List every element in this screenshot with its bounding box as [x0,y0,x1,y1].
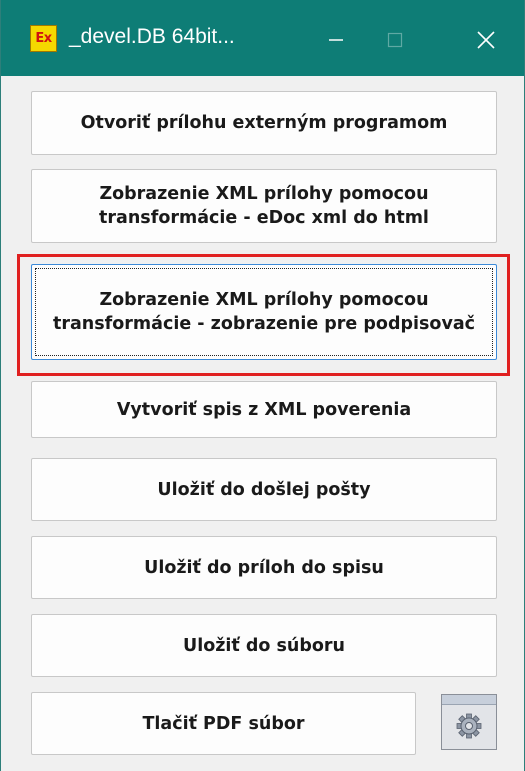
save-to-inbox-button[interactable]: Uložiť do došlej pošty [31,458,497,521]
show-signer-view-button[interactable]: Zobrazenie XML prílohy pomocou transform… [31,264,497,360]
close-icon [477,31,495,49]
show-edoc-html-button[interactable]: Zobrazenie XML prílohy pomocou transform… [31,169,497,243]
app-window: Ex _devel.DB 64bit... Otvoriť prílohu ex… [0,0,525,771]
app-icon: Ex [30,25,57,52]
minimize-button[interactable] [316,20,356,60]
create-file-button[interactable]: Vytvoriť spis z XML poverenia [31,381,497,438]
show-signer-view-label: Zobrazenie XML prílohy pomocou transform… [52,290,476,334]
maximize-icon [387,32,403,48]
window-title: _devel.DB 64bit... [69,25,235,48]
minimize-icon [329,39,343,41]
print-pdf-button[interactable]: Tlačiť PDF súbor [31,692,416,755]
title-bar[interactable]: Ex _devel.DB 64bit... [1,0,524,76]
save-to-file-button[interactable]: Uložiť do súboru [31,614,497,677]
settings-button-bar [442,695,496,705]
app-icon-label: Ex [35,31,52,46]
open-external-button[interactable]: Otvoriť prílohu externým programom [31,91,497,155]
save-to-attachments-button[interactable]: Uložiť do príloh do spisu [31,536,497,599]
close-button[interactable] [466,20,506,60]
gear-icon [456,713,482,739]
maximize-button [375,20,415,60]
settings-button[interactable] [441,694,497,750]
